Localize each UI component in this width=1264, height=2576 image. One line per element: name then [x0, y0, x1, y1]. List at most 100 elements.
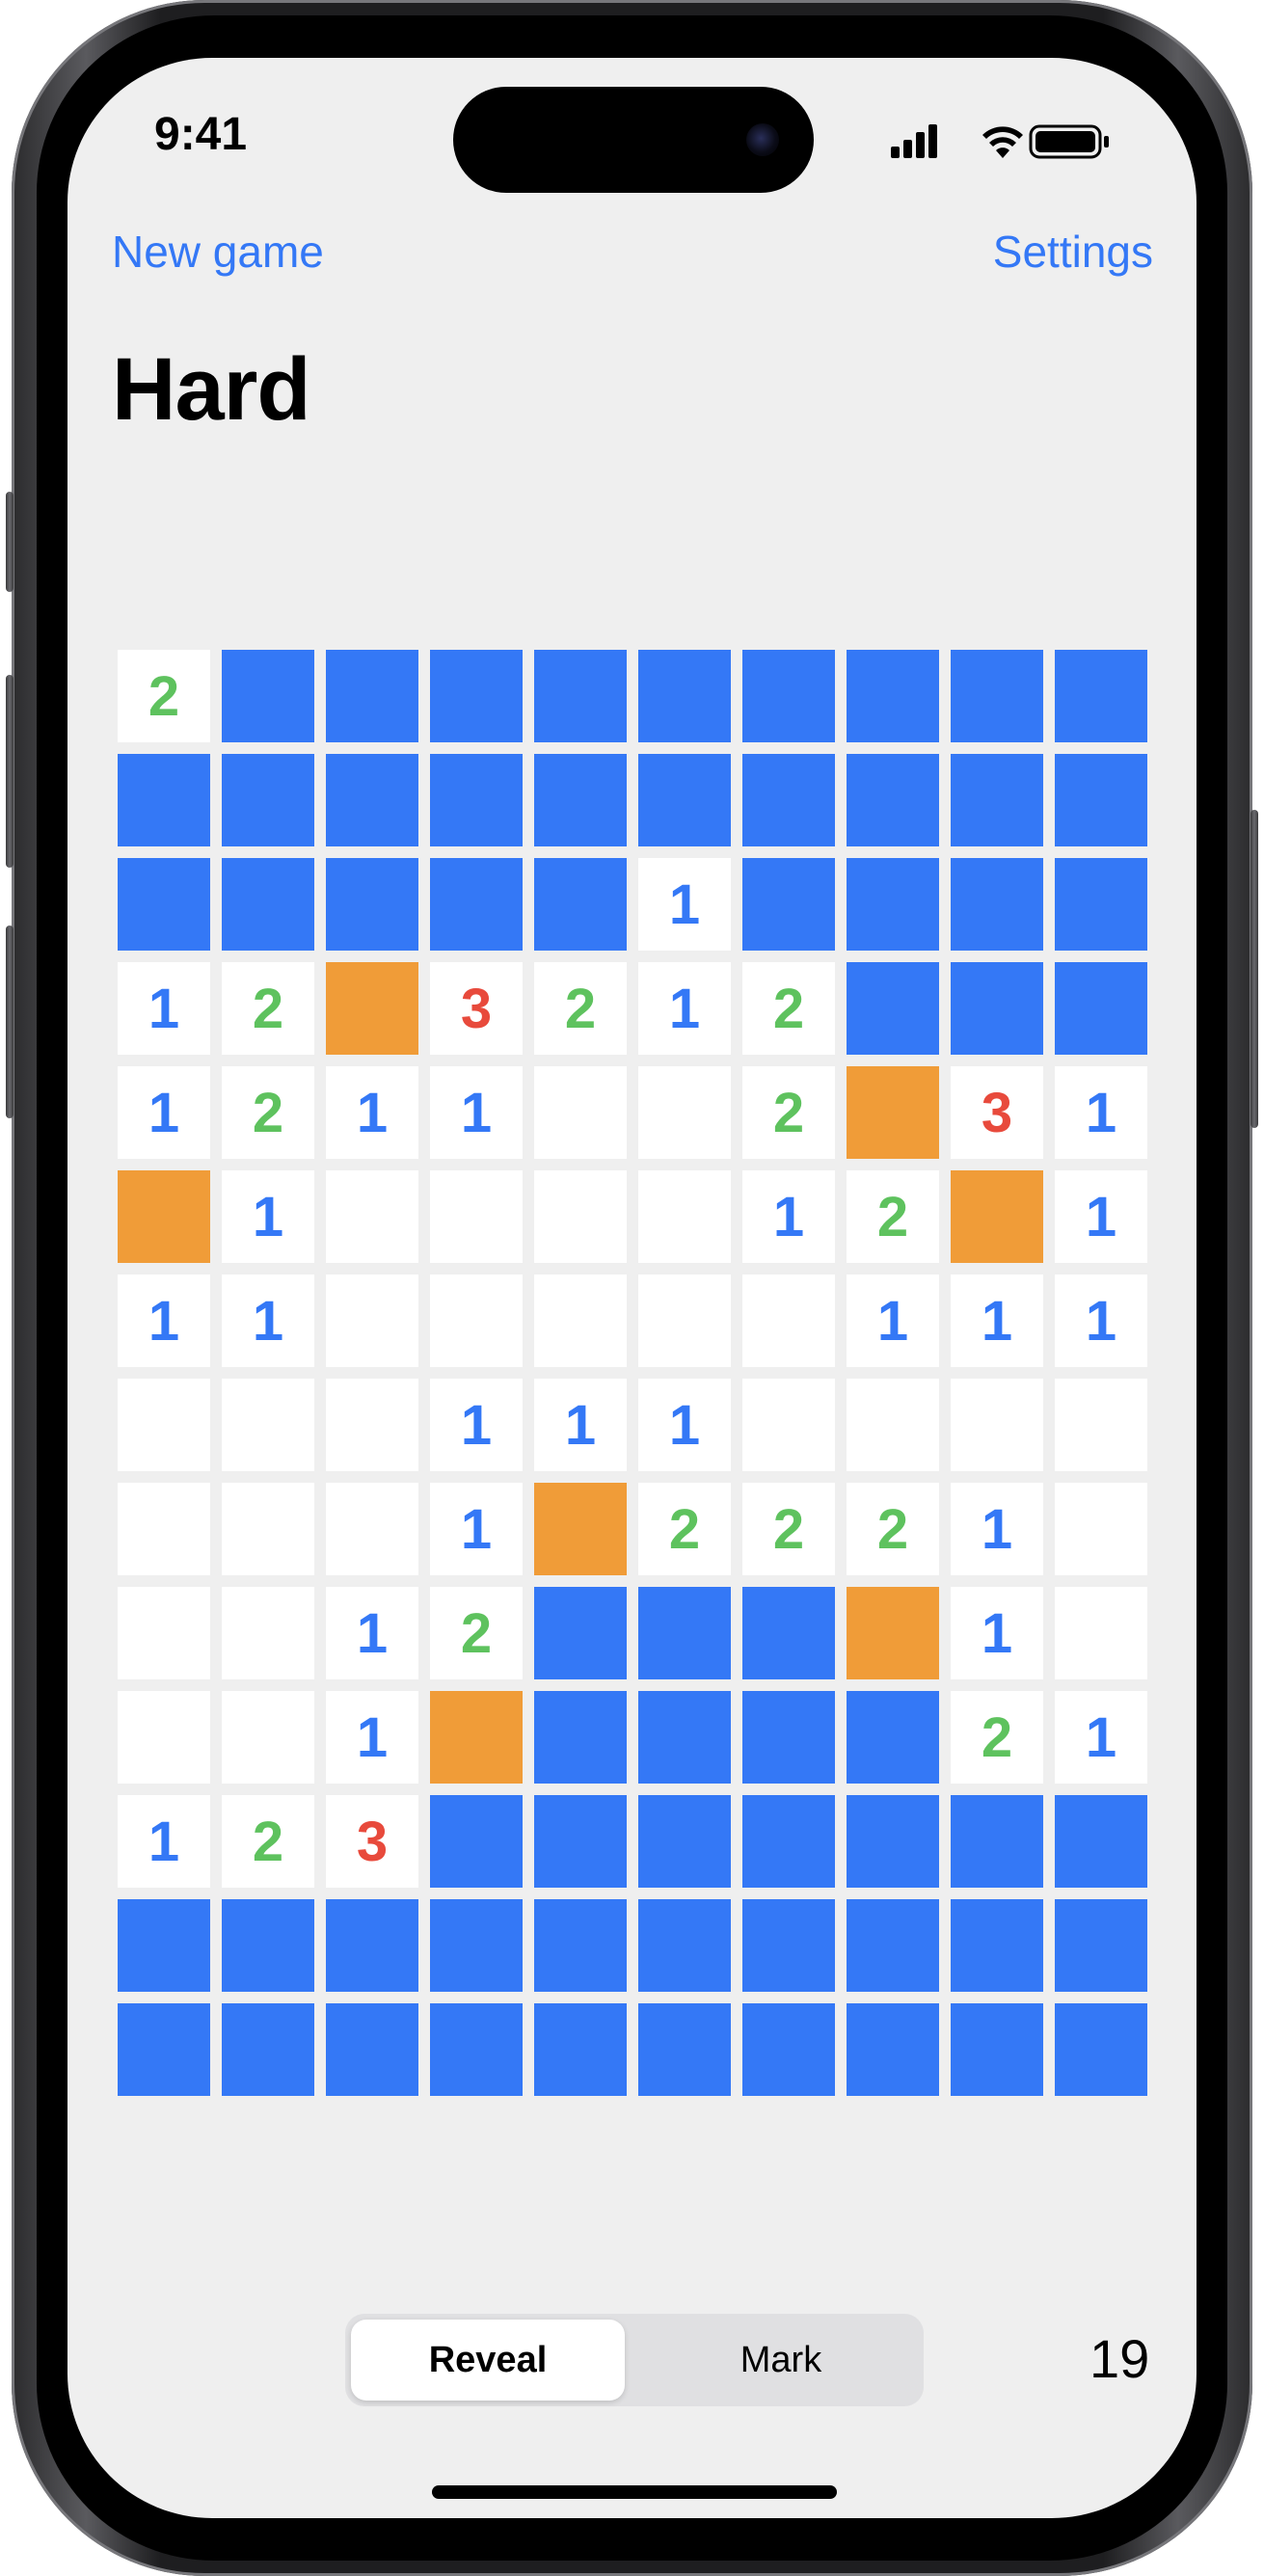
- empty-cell[interactable]: [222, 1587, 314, 1679]
- hidden-cell[interactable]: [326, 2003, 418, 2096]
- hidden-cell[interactable]: [638, 1587, 731, 1679]
- empty-cell[interactable]: [742, 1275, 835, 1367]
- hidden-cell[interactable]: [951, 1795, 1043, 1888]
- hidden-cell[interactable]: [1055, 754, 1147, 846]
- hidden-cell[interactable]: [847, 754, 939, 846]
- number-cell[interactable]: 1: [534, 1379, 627, 1471]
- hidden-cell[interactable]: [951, 1899, 1043, 1992]
- hidden-cell[interactable]: [1055, 858, 1147, 951]
- hidden-cell[interactable]: [742, 858, 835, 951]
- number-cell[interactable]: 1: [742, 1170, 835, 1263]
- empty-cell[interactable]: [430, 1170, 523, 1263]
- settings-button[interactable]: Settings: [993, 226, 1153, 278]
- hidden-cell[interactable]: [742, 2003, 835, 2096]
- number-cell[interactable]: 1: [1055, 1170, 1147, 1263]
- number-cell[interactable]: 2: [742, 1066, 835, 1159]
- number-cell[interactable]: 1: [326, 1691, 418, 1784]
- number-cell[interactable]: 2: [430, 1587, 523, 1679]
- number-cell[interactable]: 1: [1055, 1691, 1147, 1784]
- empty-cell[interactable]: [1055, 1587, 1147, 1679]
- hidden-cell[interactable]: [742, 650, 835, 742]
- number-cell[interactable]: 1: [638, 962, 731, 1055]
- number-cell[interactable]: 1: [118, 1275, 210, 1367]
- hidden-cell[interactable]: [430, 858, 523, 951]
- hidden-cell[interactable]: [638, 1899, 731, 1992]
- number-cell[interactable]: 2: [951, 1691, 1043, 1784]
- new-game-button[interactable]: New game: [112, 226, 324, 278]
- hidden-cell[interactable]: [534, 1587, 627, 1679]
- empty-cell[interactable]: [1055, 1379, 1147, 1471]
- number-cell[interactable]: 3: [430, 962, 523, 1055]
- hidden-cell[interactable]: [222, 650, 314, 742]
- hidden-cell[interactable]: [534, 1691, 627, 1784]
- empty-cell[interactable]: [326, 1483, 418, 1575]
- hidden-cell[interactable]: [847, 2003, 939, 2096]
- hidden-cell[interactable]: [118, 1899, 210, 1992]
- number-cell[interactable]: 3: [951, 1066, 1043, 1159]
- number-cell[interactable]: 1: [118, 962, 210, 1055]
- hidden-cell[interactable]: [430, 1899, 523, 1992]
- hidden-cell[interactable]: [638, 754, 731, 846]
- hidden-cell[interactable]: [534, 1899, 627, 1992]
- hidden-cell[interactable]: [742, 1795, 835, 1888]
- hidden-cell[interactable]: [326, 650, 418, 742]
- empty-cell[interactable]: [118, 1587, 210, 1679]
- hidden-cell[interactable]: [638, 1795, 731, 1888]
- hidden-cell[interactable]: [742, 1899, 835, 1992]
- hidden-cell[interactable]: [951, 650, 1043, 742]
- empty-cell[interactable]: [222, 1691, 314, 1784]
- flagged-cell[interactable]: [534, 1483, 627, 1575]
- hidden-cell[interactable]: [1055, 650, 1147, 742]
- hidden-cell[interactable]: [638, 650, 731, 742]
- hidden-cell[interactable]: [534, 754, 627, 846]
- hidden-cell[interactable]: [1055, 1795, 1147, 1888]
- flagged-cell[interactable]: [847, 1587, 939, 1679]
- hidden-cell[interactable]: [742, 1691, 835, 1784]
- empty-cell[interactable]: [118, 1483, 210, 1575]
- hidden-cell[interactable]: [222, 1899, 314, 1992]
- flagged-cell[interactable]: [118, 1170, 210, 1263]
- hidden-cell[interactable]: [222, 858, 314, 951]
- hidden-cell[interactable]: [742, 754, 835, 846]
- empty-cell[interactable]: [534, 1066, 627, 1159]
- empty-cell[interactable]: [534, 1275, 627, 1367]
- number-cell[interactable]: 1: [1055, 1275, 1147, 1367]
- hidden-cell[interactable]: [430, 2003, 523, 2096]
- hidden-cell[interactable]: [326, 858, 418, 951]
- hidden-cell[interactable]: [118, 754, 210, 846]
- hidden-cell[interactable]: [742, 1587, 835, 1679]
- number-cell[interactable]: 1: [118, 1795, 210, 1888]
- number-cell[interactable]: 1: [430, 1379, 523, 1471]
- hidden-cell[interactable]: [638, 1691, 731, 1784]
- hidden-cell[interactable]: [222, 754, 314, 846]
- flagged-cell[interactable]: [847, 1066, 939, 1159]
- hidden-cell[interactable]: [1055, 1899, 1147, 1992]
- number-cell[interactable]: 2: [847, 1483, 939, 1575]
- number-cell[interactable]: 1: [326, 1587, 418, 1679]
- empty-cell[interactable]: [222, 1483, 314, 1575]
- hidden-cell[interactable]: [847, 650, 939, 742]
- hidden-cell[interactable]: [951, 2003, 1043, 2096]
- hidden-cell[interactable]: [326, 754, 418, 846]
- number-cell[interactable]: 1: [430, 1483, 523, 1575]
- empty-cell[interactable]: [118, 1379, 210, 1471]
- home-indicator[interactable]: [432, 2485, 837, 2499]
- number-cell[interactable]: 2: [847, 1170, 939, 1263]
- number-cell[interactable]: 1: [326, 1066, 418, 1159]
- empty-cell[interactable]: [638, 1170, 731, 1263]
- empty-cell[interactable]: [638, 1275, 731, 1367]
- number-cell[interactable]: 1: [118, 1066, 210, 1159]
- number-cell[interactable]: 1: [1055, 1066, 1147, 1159]
- hidden-cell[interactable]: [534, 858, 627, 951]
- empty-cell[interactable]: [951, 1379, 1043, 1471]
- number-cell[interactable]: 1: [222, 1170, 314, 1263]
- hidden-cell[interactable]: [951, 754, 1043, 846]
- hidden-cell[interactable]: [534, 1795, 627, 1888]
- flagged-cell[interactable]: [326, 962, 418, 1055]
- flagged-cell[interactable]: [951, 1170, 1043, 1263]
- reveal-mode-segment[interactable]: Reveal: [351, 2320, 625, 2401]
- number-cell[interactable]: 3: [326, 1795, 418, 1888]
- hidden-cell[interactable]: [326, 1899, 418, 1992]
- empty-cell[interactable]: [326, 1379, 418, 1471]
- number-cell[interactable]: 2: [534, 962, 627, 1055]
